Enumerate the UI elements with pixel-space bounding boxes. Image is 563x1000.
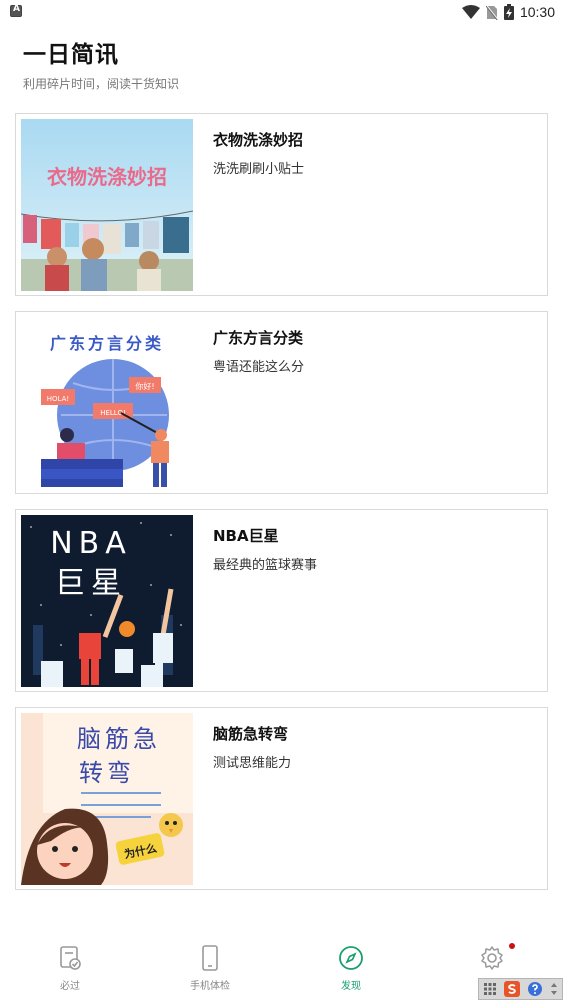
- dialects-thumbnail: 广东方言分类 HOLA! HELLO! 你好!: [21, 317, 193, 489]
- nav-label: 发现: [341, 981, 361, 992]
- card-description: 洗洗刷刷小贴士: [213, 162, 305, 177]
- page-subtitle: 利用碎片时间，阅读干货知识: [23, 77, 180, 91]
- nav-item-discover[interactable]: 发现: [311, 945, 391, 992]
- laundry-thumbnail: 衣物洗涤妙招: [21, 119, 193, 291]
- article-card-riddles[interactable]: 脑筋急 转弯 为什么 脑筋急转弯 测试思维能力: [15, 707, 548, 890]
- status-icons: 10:30: [461, 3, 555, 21]
- article-card-laundry[interactable]: 衣物洗涤妙招 衣物洗涤妙招 洗洗刷刷小贴士: [15, 113, 548, 296]
- card-description: 最经典的篮球赛事: [213, 558, 318, 573]
- nav-label: 手机体检: [190, 981, 230, 992]
- riddles-thumb-text-line1: 脑筋急: [77, 725, 161, 753]
- ime-toolbar[interactable]: [478, 978, 563, 1000]
- card-title: 衣物洗涤妙招: [213, 131, 304, 149]
- bubble-hola: HOLA!: [47, 395, 69, 403]
- dialects-thumb-text: 广东方言分类: [50, 334, 164, 353]
- nba-thumbnail: NBA 巨星: [21, 515, 193, 687]
- status-bar: 10:30: [0, 0, 563, 24]
- battery-charging-icon: [503, 4, 514, 20]
- card-title: 广东方言分类: [213, 329, 304, 347]
- riddles-thumb-text-line2: 转弯: [79, 759, 135, 787]
- nav-item-biguo[interactable]: 必过: [30, 945, 110, 992]
- card-description: 测试思维能力: [213, 756, 292, 771]
- bubble-nihao: 你好!: [135, 381, 154, 391]
- gear-icon: [481, 946, 503, 970]
- nav-label: 必过: [60, 981, 80, 992]
- phone-icon: [202, 945, 218, 971]
- card-title: NBA巨星: [213, 527, 279, 545]
- nav-item-settings[interactable]: [452, 945, 532, 977]
- nba-thumb-text-line2: 巨星: [55, 566, 127, 601]
- nav-item-phone-check[interactable]: 手机体检: [170, 945, 250, 992]
- help-icon[interactable]: [527, 981, 543, 997]
- riddles-thumbnail: 脑筋急 转弯 为什么: [21, 713, 193, 885]
- article-card-nba[interactable]: NBA 巨星 NBA巨星 最经典的篮球赛事: [15, 509, 548, 692]
- nba-thumb-text-line1: NBA: [50, 526, 132, 561]
- notification-badge: [509, 943, 515, 949]
- card-title: 脑筋急转弯: [213, 725, 289, 743]
- a-notification-icon: [10, 4, 22, 17]
- wifi-icon: [461, 5, 480, 19]
- page-title: 一日简讯: [23, 42, 119, 68]
- checklist-icon: [60, 946, 81, 970]
- sogou-logo-icon[interactable]: [503, 981, 520, 997]
- compass-icon: [339, 946, 363, 970]
- keyboard-grid-icon[interactable]: [483, 982, 497, 996]
- no-sim-icon: [485, 4, 498, 20]
- clock: 10:30: [519, 4, 555, 20]
- scroll-arrows-icon[interactable]: [550, 981, 558, 997]
- page-header: 一日简讯 利用碎片时间，阅读干货知识: [23, 35, 179, 92]
- article-card-dialects[interactable]: 广东方言分类 HOLA! HELLO! 你好! 广东方言分类 粤语还能这么分: [15, 311, 548, 494]
- card-description: 粤语还能这么分: [213, 360, 305, 375]
- laundry-thumb-text: 衣物洗涤妙招: [47, 165, 167, 189]
